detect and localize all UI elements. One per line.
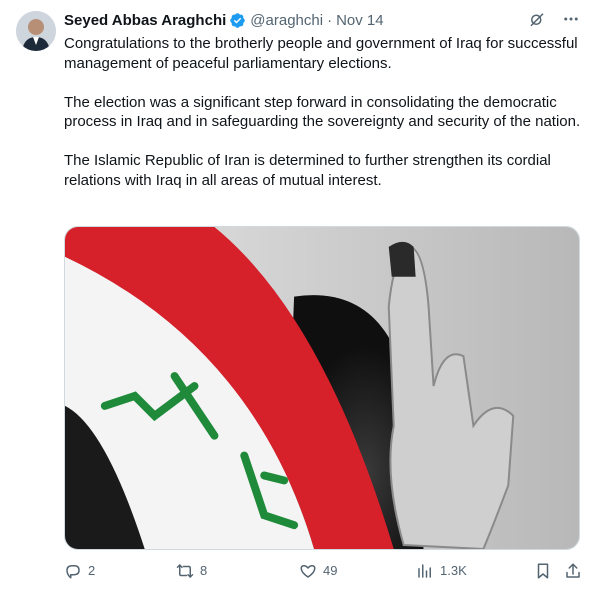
avatar[interactable] (16, 11, 56, 51)
grok-icon[interactable] (528, 10, 546, 28)
action-bar: 2 8 49 1.3K (64, 562, 584, 584)
tweet-image[interactable] (64, 226, 580, 550)
timestamp[interactable]: Nov 14 (336, 12, 384, 29)
tweet-paragraph: The election was a significant step forw… (64, 93, 581, 131)
share-icon (566, 563, 580, 578)
author-name[interactable]: Seyed Abbas Araghchi (64, 12, 226, 29)
tweet-text: Congratulations to the brotherly people … (64, 34, 584, 210)
repost-icon (176, 564, 194, 578)
more-icon[interactable] (562, 10, 580, 28)
share-button[interactable] (564, 562, 588, 580)
header-icons (528, 10, 580, 28)
like-button[interactable]: 49 (299, 562, 337, 580)
author-handle[interactable]: @araghchi (250, 12, 323, 29)
reply-icon (66, 565, 80, 579)
tweet-paragraph: The Islamic Republic of Iran is determin… (64, 152, 551, 189)
tweet: Seyed Abbas Araghchi @araghchi · Nov 14 … (0, 0, 596, 596)
tweet-paragraph: Congratulations to the brotherly people … (64, 35, 578, 72)
tweet-header: Seyed Abbas Araghchi @araghchi · Nov 14 (64, 10, 384, 30)
reply-count: 2 (88, 563, 96, 578)
bookmark-icon (537, 563, 549, 579)
like-icon (300, 565, 316, 578)
separator: · (327, 11, 333, 29)
reply-button[interactable]: 2 (64, 562, 95, 580)
verified-badge-icon (230, 12, 246, 28)
bookmark-button[interactable] (534, 562, 558, 580)
repost-count: 8 (200, 563, 208, 578)
views-count: 1.3K (440, 563, 467, 578)
views-button[interactable]: 1.3K (416, 562, 467, 580)
views-icon (418, 564, 431, 578)
repost-button[interactable]: 8 (176, 562, 207, 580)
iraq-flag-voting-photo (65, 227, 579, 549)
like-count: 49 (323, 563, 338, 578)
